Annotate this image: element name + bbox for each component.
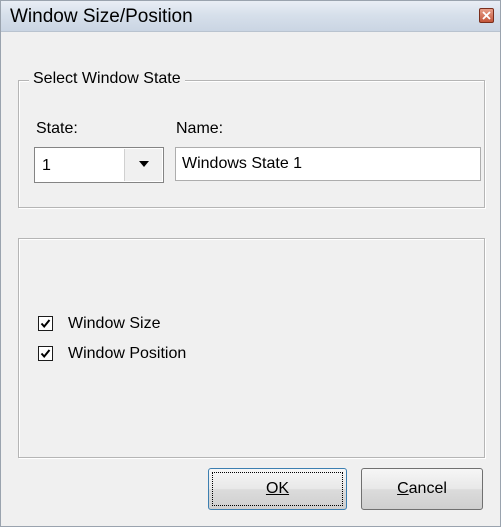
window-title: Window Size/Position [10, 6, 193, 27]
select-window-state-group [18, 80, 485, 208]
close-icon [482, 11, 491, 20]
checkmark-icon [40, 319, 51, 329]
focus-ring [212, 472, 343, 506]
ok-button[interactable]: OK [208, 468, 347, 510]
group-legend: Select Window State [29, 70, 185, 88]
state-dropdown[interactable]: 1 [34, 147, 164, 183]
window-size-label: Window Size [68, 315, 161, 332]
dropdown-button[interactable] [124, 149, 162, 181]
cancel-button-label: Cancel [397, 480, 447, 497]
chevron-down-icon [139, 161, 149, 167]
checkmark-icon [40, 349, 51, 359]
window-position-checkbox[interactable] [38, 346, 53, 361]
name-label: Name: [176, 120, 224, 137]
window-position-label: Window Position [68, 345, 187, 362]
name-input[interactable] [176, 148, 480, 180]
name-field[interactable] [175, 147, 481, 181]
state-dropdown-value: 1 [42, 157, 51, 174]
window-size-checkbox[interactable] [38, 316, 53, 331]
dialog-window: Window Size/Position Select Window State… [0, 0, 501, 527]
close-button[interactable] [479, 8, 494, 23]
state-label: State: [36, 120, 78, 137]
cancel-button[interactable]: Cancel [361, 468, 483, 510]
title-bar[interactable]: Window Size/Position [1, 1, 500, 32]
